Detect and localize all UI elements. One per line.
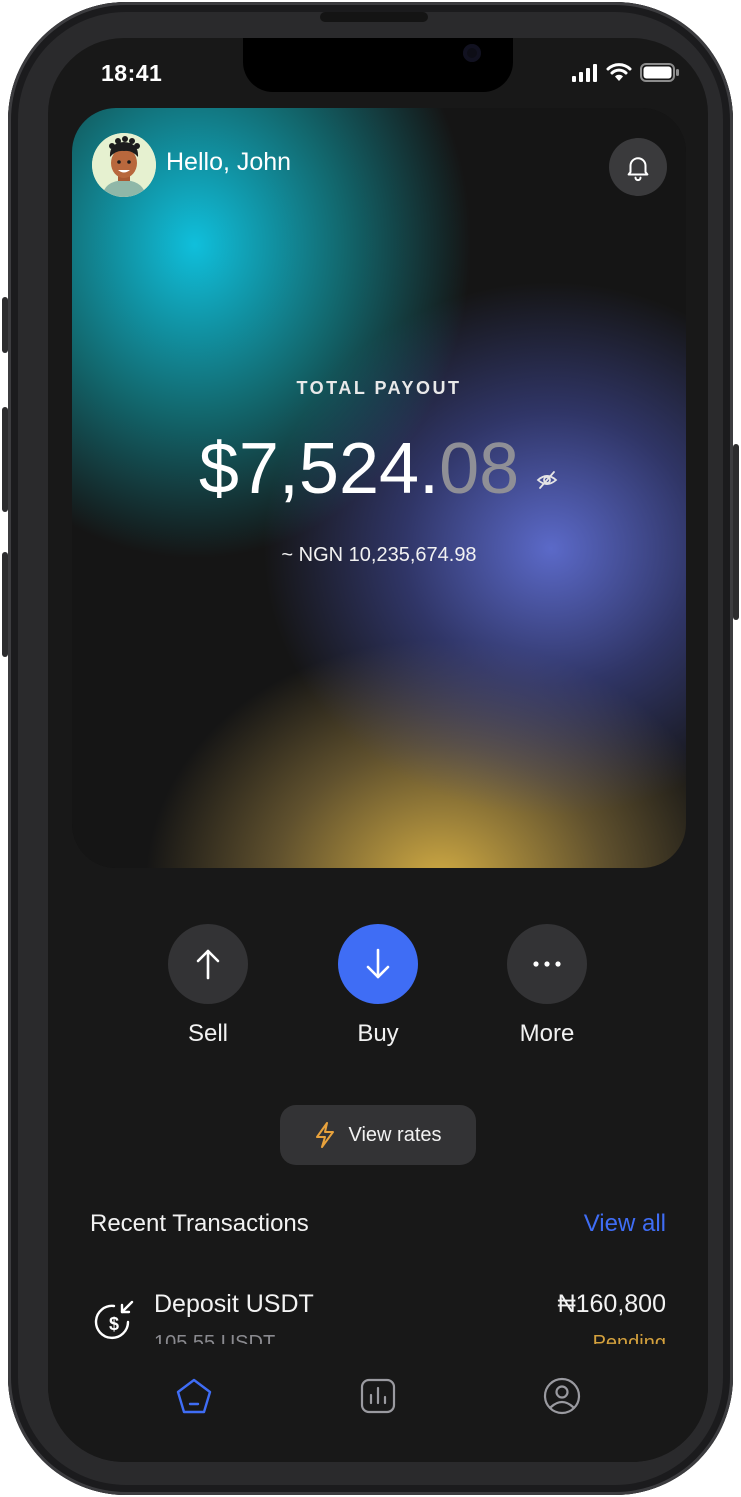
balance-amount-main: $7,524. <box>198 429 440 509</box>
battery-icon <box>640 63 679 82</box>
hide-balance-icon[interactable] <box>535 425 559 507</box>
nav-home[interactable] <box>172 1374 216 1418</box>
signal-icon <box>572 64 597 82</box>
phone-frame: 18:41 Hello, John TOTAL PAYOUT $7,524.08… <box>2 2 739 1495</box>
home-icon <box>176 1378 212 1414</box>
chart-icon <box>360 1378 396 1414</box>
local-currency-amount: ~ NGN 10,235,674.98 <box>281 544 477 566</box>
volume-up-button <box>2 407 8 512</box>
transaction-title: Deposit USDT <box>154 1290 314 1318</box>
buy-label: Buy <box>357 1020 399 1047</box>
status-icons <box>572 62 680 82</box>
recent-transactions-title: Recent Transactions <box>90 1210 309 1237</box>
bottom-nav <box>48 1346 708 1462</box>
more-button[interactable] <box>507 924 587 1004</box>
balance-amount-decimals: 08 <box>439 429 520 509</box>
total-payout-label: TOTAL PAYOUT <box>296 378 462 398</box>
sell-label: Sell <box>187 1020 229 1047</box>
svg-text:$: $ <box>109 1314 119 1334</box>
avatar-illustration <box>92 133 156 197</box>
lightning-icon <box>316 1122 335 1148</box>
buy-button[interactable] <box>338 924 418 1004</box>
more-action[interactable]: More <box>507 924 587 1048</box>
nav-profile[interactable] <box>540 1374 584 1418</box>
mute-switch <box>2 297 8 353</box>
notifications-button[interactable] <box>609 138 667 196</box>
arrow-up-icon <box>196 949 220 980</box>
power-button <box>733 444 739 620</box>
transaction-subtitle: 105.55 USDT <box>154 1332 276 1344</box>
view-rates-button[interactable]: View rates <box>280 1105 476 1165</box>
bell-icon <box>627 157 649 182</box>
sell-action[interactable]: Sell <box>168 924 248 1048</box>
buy-action[interactable]: Buy <box>338 924 418 1048</box>
view-all-link[interactable]: View all <box>584 1210 666 1238</box>
transaction-row[interactable]: $ Deposit USDT 105.55 USDT ₦160,800 Pend… <box>90 1288 666 1344</box>
balance-amount: $7,524.08 <box>72 428 686 515</box>
sell-button[interactable] <box>168 924 248 1004</box>
nav-stats[interactable] <box>356 1374 400 1418</box>
speaker <box>320 12 428 22</box>
transaction-status: Pending <box>592 1332 666 1344</box>
profile-icon <box>543 1377 581 1415</box>
volume-down-button <box>2 552 8 657</box>
view-rates-label: View rates <box>348 1123 442 1146</box>
status-bar: 18:41 <box>48 38 708 110</box>
arrow-down-icon <box>366 948 390 979</box>
status-time: 18:41 <box>101 60 163 86</box>
avatar[interactable] <box>92 133 156 197</box>
greeting: Hello, John <box>166 148 292 176</box>
wifi-icon <box>606 63 632 81</box>
transaction-amount: ₦160,800 <box>557 1290 666 1318</box>
balance-card: Hello, John TOTAL PAYOUT $7,524.08 ~ NGN… <box>72 108 686 868</box>
more-label: More <box>519 1020 575 1047</box>
more-icon <box>533 961 561 967</box>
deposit-dollar-icon: $ <box>90 1296 138 1344</box>
screen: 18:41 Hello, John TOTAL PAYOUT $7,524.08… <box>48 38 708 1462</box>
